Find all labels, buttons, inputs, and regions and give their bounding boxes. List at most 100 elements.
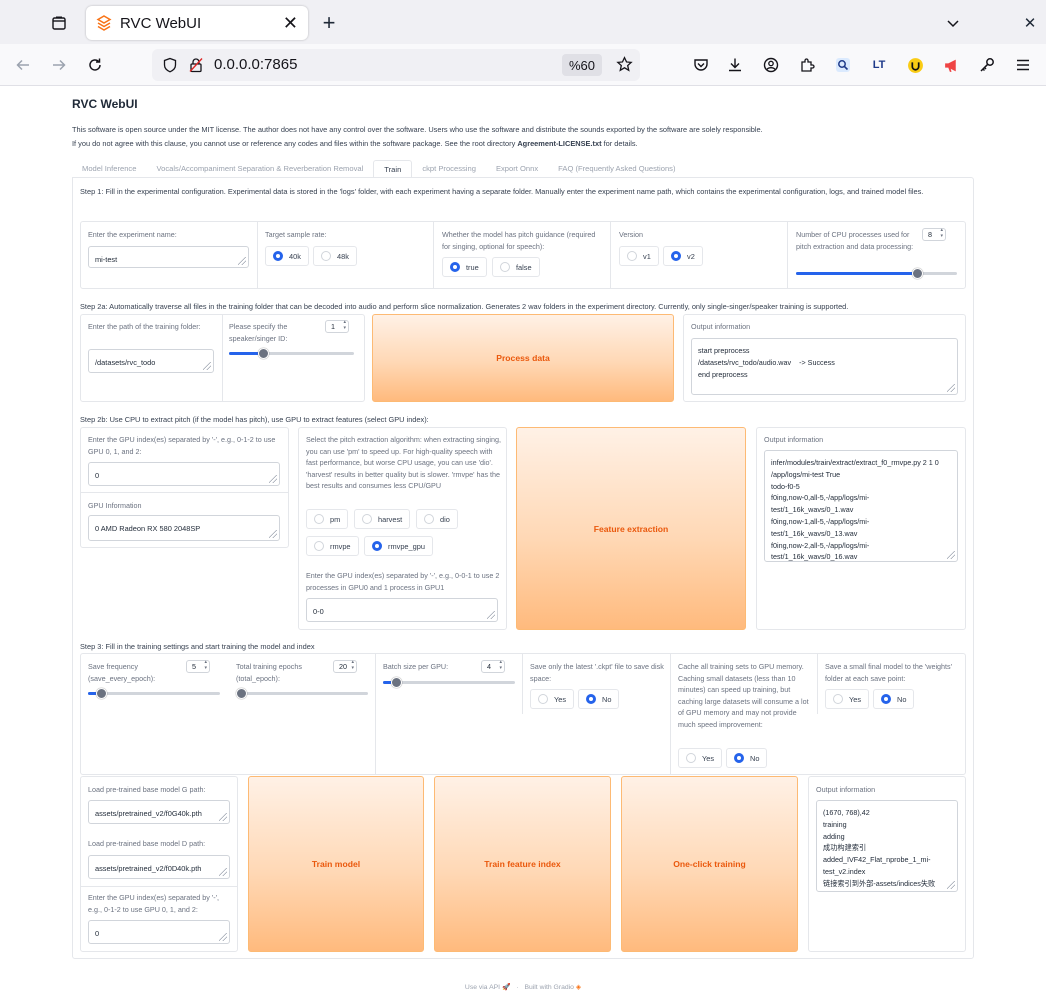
- cache-gpu-yes-radio[interactable]: Yes: [678, 748, 723, 768]
- process-data-button[interactable]: Process data: [372, 314, 674, 402]
- training-folder-value: /datasets/rvc_todo: [95, 358, 156, 367]
- gpu-index-value: 0: [95, 471, 100, 480]
- resize-handle-icon[interactable]: [947, 551, 955, 559]
- training-folder-input[interactable]: /datasets/rvc_todo: [88, 349, 214, 373]
- cpu-processes-slider[interactable]: [796, 268, 957, 279]
- tab-faq[interactable]: FAQ (Frequently Asked Questions): [548, 160, 685, 178]
- insecure-lock-icon[interactable]: [188, 57, 204, 78]
- pretrained-d-input[interactable]: assets/pretrained_v2/f0D40k.pth: [88, 855, 230, 879]
- cpu-processes-number[interactable]: 8: [922, 227, 946, 241]
- browser-tab-active[interactable]: RVC WebUI ✕: [86, 6, 308, 40]
- account-icon[interactable]: [760, 54, 782, 76]
- algo-rmvpe-gpu-radio[interactable]: rmvpe_gpu: [364, 536, 433, 556]
- ublock-icon[interactable]: [904, 54, 926, 76]
- algo-pm-radio[interactable]: pm: [306, 509, 349, 529]
- one-click-training-button[interactable]: One-click training: [621, 776, 798, 952]
- license-notice-line-1: This software is open source under the M…: [72, 125, 763, 134]
- version-v2-radio[interactable]: v2: [663, 246, 703, 266]
- pretrained-d-label: Load pre-trained base model D path:: [88, 839, 206, 848]
- pitch-true-radio[interactable]: true: [442, 257, 487, 277]
- gpu-index-input[interactable]: 0: [88, 462, 280, 486]
- gpu-info-output[interactable]: 0 AMD Radeon RX 580 2048SP: [88, 515, 280, 541]
- pitch-false-radio[interactable]: false: [492, 257, 540, 277]
- resize-handle-icon[interactable]: [947, 384, 955, 392]
- extensions-icon[interactable]: [796, 54, 818, 76]
- save-latest-no-radio[interactable]: No: [578, 689, 620, 709]
- tab-model-inference[interactable]: Model Inference: [72, 160, 146, 178]
- gradio-logo-icon: ◈: [575, 984, 582, 991]
- algo-rmvpe-radio[interactable]: rmvpe: [306, 536, 359, 556]
- output-info-label: Output information: [816, 785, 876, 794]
- train-model-button[interactable]: Train model: [248, 776, 424, 952]
- reload-icon[interactable]: [84, 54, 106, 76]
- total-epochs-number[interactable]: 20: [333, 659, 357, 673]
- languagetool-icon[interactable]: LT: [868, 54, 890, 76]
- close-window-icon[interactable]: ✕: [1020, 12, 1040, 34]
- gpu-process-input[interactable]: 0-0: [306, 598, 498, 622]
- cache-gpu-no-radio[interactable]: No: [726, 748, 768, 768]
- key-icon[interactable]: [976, 54, 998, 76]
- save-small-no-radio[interactable]: No: [873, 689, 915, 709]
- firefox-view-icon[interactable]: [48, 12, 70, 34]
- slider-knob[interactable]: [257, 348, 269, 359]
- resize-handle-icon[interactable]: [219, 813, 227, 821]
- resize-handle-icon[interactable]: [219, 933, 227, 941]
- train-gpu-input[interactable]: 0: [88, 920, 230, 944]
- built-with-gradio-link[interactable]: Built with Gradio: [524, 984, 574, 991]
- slider-knob[interactable]: [911, 268, 923, 279]
- feature-extraction-button[interactable]: Feature extraction: [516, 427, 746, 630]
- save-latest-yes-radio[interactable]: Yes: [530, 689, 575, 709]
- radio-label: rmvpe_gpu: [388, 541, 425, 551]
- resize-handle-icon[interactable]: [947, 881, 955, 889]
- tracking-shield-icon[interactable]: [162, 57, 178, 78]
- tab-export-onnx[interactable]: Export Onnx: [486, 160, 548, 178]
- tab-ckpt-processing[interactable]: ckpt Processing: [412, 160, 486, 178]
- use-via-api-link[interactable]: Use via API: [465, 984, 500, 991]
- pocket-icon[interactable]: [690, 54, 712, 76]
- sample-rate-48k-radio[interactable]: 48k: [313, 246, 357, 266]
- step2b-output-text[interactable]: infer/modules/train/extract/extract_f0_r…: [764, 450, 958, 562]
- bookmark-star-icon[interactable]: [616, 56, 633, 78]
- radio-label: v1: [643, 251, 651, 261]
- train-feature-index-button[interactable]: Train feature index: [434, 776, 611, 952]
- menu-hamburger-icon[interactable]: [1012, 54, 1034, 76]
- resize-handle-icon[interactable]: [269, 530, 277, 538]
- megaphone-icon[interactable]: [940, 54, 962, 76]
- resize-handle-icon[interactable]: [269, 475, 277, 483]
- save-small-yes-radio[interactable]: Yes: [825, 689, 870, 709]
- resize-handle-icon[interactable]: [487, 611, 495, 619]
- step2a-output-text[interactable]: start preprocess /datasets/rvc_todo/audi…: [691, 338, 958, 395]
- step3-output-text[interactable]: (1670, 768),42 training adding 成功构建索引 ad…: [816, 800, 958, 892]
- speaker-id-slider[interactable]: [229, 348, 354, 359]
- search-extension-icon[interactable]: [832, 54, 854, 76]
- batch-size-slider[interactable]: [383, 677, 515, 688]
- back-arrow-icon[interactable]: [12, 54, 34, 76]
- version-v1-radio[interactable]: v1: [619, 246, 659, 266]
- list-tabs-chevron-icon[interactable]: [942, 12, 964, 34]
- zoom-level-button[interactable]: %60: [562, 54, 602, 76]
- tab-train[interactable]: Train: [373, 160, 413, 178]
- algo-harvest-radio[interactable]: harvest: [354, 509, 411, 529]
- total-epochs-slider[interactable]: [236, 688, 368, 699]
- save-frequency-number[interactable]: 5: [186, 659, 210, 673]
- save-frequency-slider[interactable]: [88, 688, 220, 699]
- forward-arrow-icon[interactable]: [48, 54, 70, 76]
- divider: [610, 222, 611, 288]
- experiment-name-input[interactable]: mi-test: [88, 246, 249, 268]
- address-bar[interactable]: 0.0.0.0:7865 %60: [152, 49, 640, 81]
- speaker-id-number[interactable]: 1: [325, 319, 349, 333]
- resize-handle-icon[interactable]: [219, 868, 227, 876]
- pretrained-g-input[interactable]: assets/pretrained_v2/f0G40k.pth: [88, 800, 230, 824]
- tab-vocal-separation[interactable]: Vocals/Accompaniment Separation & Reverb…: [146, 160, 373, 178]
- sample-rate-40k-radio[interactable]: 40k: [265, 246, 309, 266]
- radio-label: pm: [330, 514, 341, 524]
- batch-size-number[interactable]: 4: [481, 659, 505, 673]
- step2b-description: Step 2b: Use CPU to extract pitch (if th…: [80, 415, 429, 424]
- resize-handle-icon[interactable]: [203, 362, 211, 370]
- resize-handle-icon[interactable]: [238, 257, 246, 265]
- downloads-icon[interactable]: [724, 54, 746, 76]
- radio-dot-icon: [450, 262, 460, 272]
- algo-dio-radio[interactable]: dio: [416, 509, 458, 529]
- new-tab-icon[interactable]: +: [318, 10, 340, 35]
- close-tab-icon[interactable]: ✕: [283, 13, 298, 34]
